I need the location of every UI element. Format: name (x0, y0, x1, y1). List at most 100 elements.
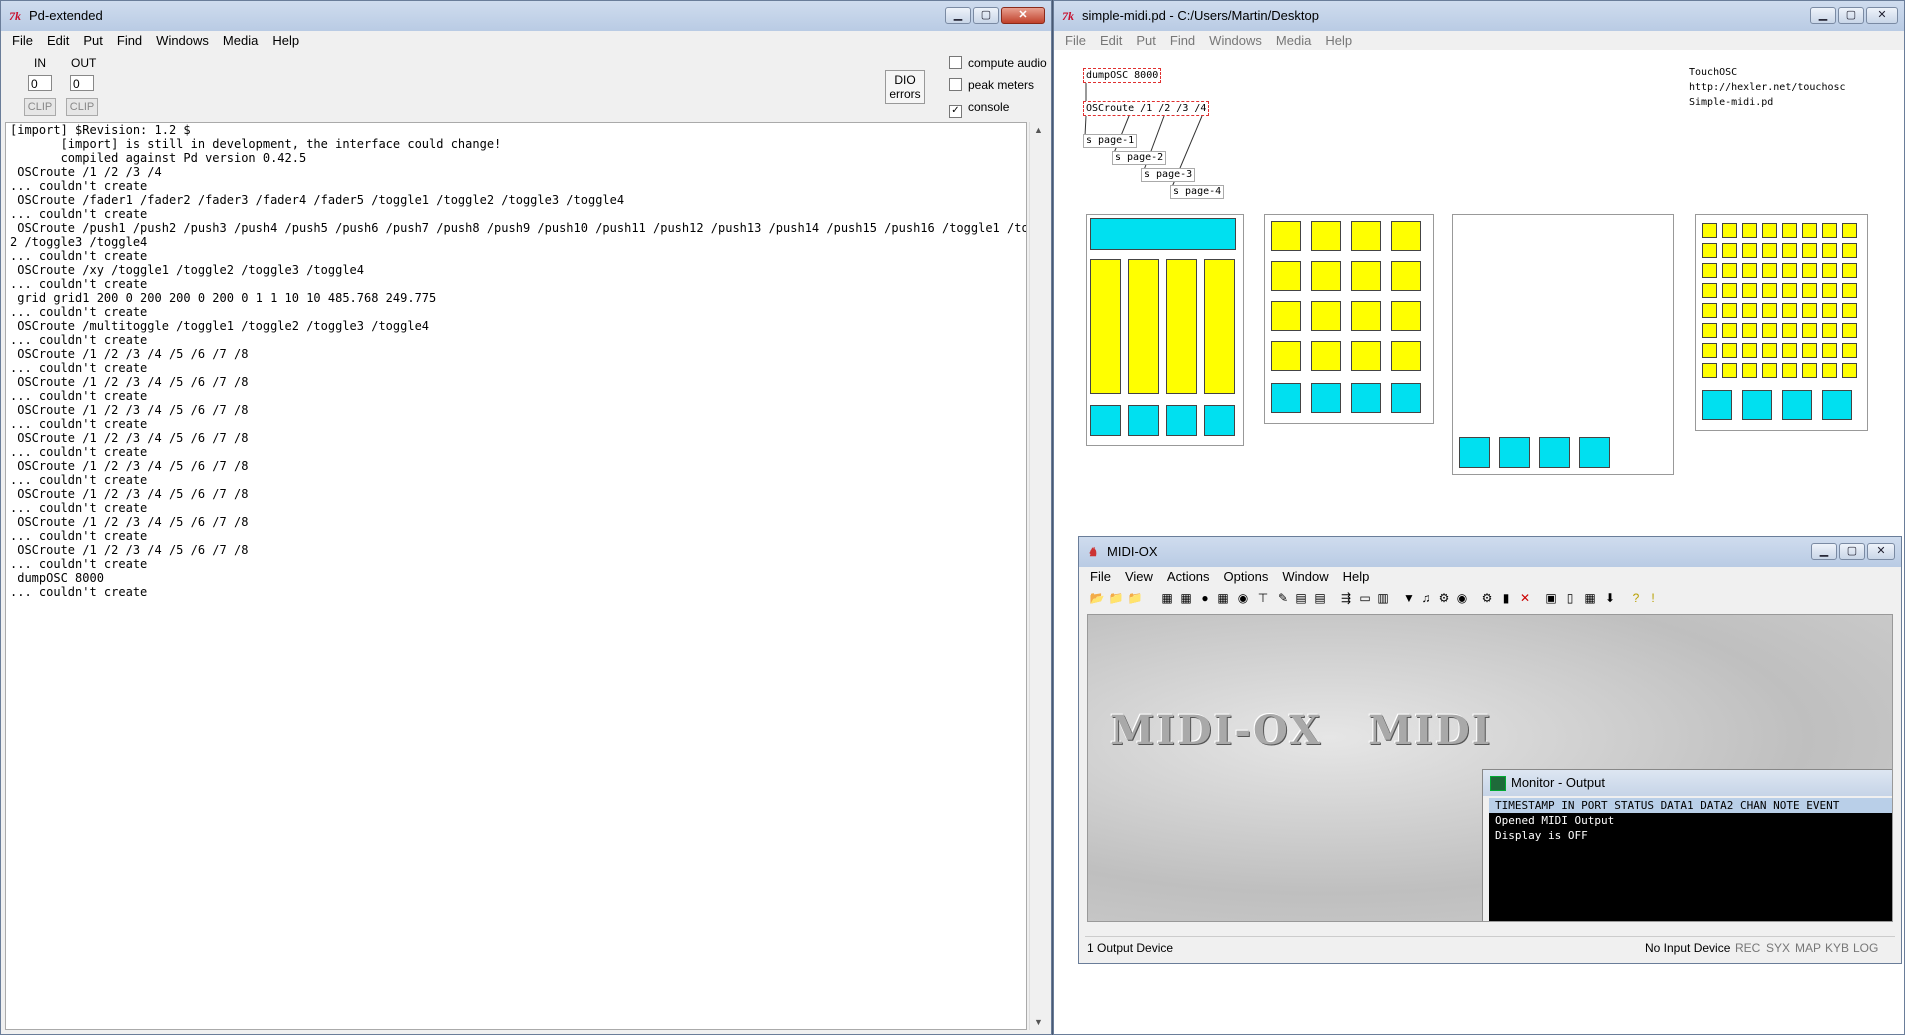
multitoggle-cell[interactable] (1842, 263, 1857, 278)
multitoggle-cell[interactable] (1702, 243, 1717, 258)
multitoggle-cell[interactable] (1822, 343, 1837, 358)
multitoggle-cell[interactable] (1802, 323, 1817, 338)
download-icon[interactable]: ⬇ (1602, 590, 1618, 606)
peak-meters-checkbox[interactable]: peak meters (949, 78, 1034, 92)
page2-subpatch[interactable] (1264, 214, 1434, 424)
multitoggle-cell[interactable] (1782, 303, 1797, 318)
info-icon[interactable]: ! (1645, 590, 1661, 606)
multitoggle-cell[interactable] (1742, 363, 1757, 378)
multitoggle-cell[interactable] (1722, 223, 1737, 238)
multitoggle-cell[interactable] (1742, 303, 1757, 318)
send-page-3[interactable]: s page-3 (1141, 168, 1196, 182)
close-button[interactable]: ✕ (1001, 7, 1045, 24)
fader5-horizontal[interactable] (1090, 218, 1236, 250)
toggle3[interactable] (1166, 405, 1197, 436)
monitor-output-window[interactable]: Monitor - Output TIMESTAMP IN PORT STATU… (1482, 769, 1892, 921)
multitoggle-cell[interactable] (1822, 243, 1837, 258)
monitor-out-icon[interactable]: ▤ (1312, 590, 1328, 606)
push-button[interactable] (1351, 261, 1381, 291)
window-icon[interactable]: ▣ (1543, 590, 1559, 606)
toggle[interactable] (1822, 390, 1852, 420)
close-button[interactable]: ✕ (1866, 7, 1898, 24)
menu-options[interactable]: Options (1217, 567, 1276, 586)
monitor-in-icon[interactable]: ▤ (1293, 590, 1309, 606)
menu-find[interactable]: Find (110, 31, 149, 50)
panel-icon[interactable]: ▯ (1562, 590, 1578, 606)
push-button[interactable] (1271, 261, 1301, 291)
toggle[interactable] (1271, 383, 1301, 413)
menu-media[interactable]: Media (216, 31, 265, 50)
toggle[interactable] (1391, 383, 1421, 413)
multitoggle-cell[interactable] (1702, 303, 1717, 318)
sysex-icon[interactable]: ◉ (1235, 590, 1251, 606)
midiox-titlebar[interactable]: ♞ MIDI-OX ▁ ▢ ✕ (1079, 537, 1901, 568)
close-button[interactable]: ✕ (1867, 543, 1895, 560)
minimize-button[interactable]: ▁ (945, 7, 971, 24)
send-page-1[interactable]: s page-1 (1083, 134, 1138, 148)
in-clip-button[interactable]: CLIP (24, 98, 56, 116)
multitoggle-cell[interactable] (1762, 323, 1777, 338)
toggle[interactable] (1782, 390, 1812, 420)
push-button[interactable] (1311, 221, 1341, 251)
note-icon[interactable]: ♫ (1418, 590, 1434, 606)
multitoggle-cell[interactable] (1822, 283, 1837, 298)
multitoggle-cell[interactable] (1822, 263, 1837, 278)
multitoggle-cell[interactable] (1722, 363, 1737, 378)
multitoggle-cell[interactable] (1722, 263, 1737, 278)
oscroute-object[interactable]: OSCroute /1 /2 /3 /4 (1083, 101, 1210, 116)
gear-icon[interactable]: ⚙ (1479, 590, 1495, 606)
fader4[interactable] (1204, 259, 1235, 394)
multitoggle-cell[interactable] (1782, 323, 1797, 338)
menu-windows[interactable]: Windows (149, 31, 216, 50)
push-button[interactable] (1351, 301, 1381, 331)
menu-view[interactable]: View (1118, 567, 1160, 586)
multitoggle-cell[interactable] (1822, 223, 1837, 238)
menu-window[interactable]: Window (1275, 567, 1335, 586)
multitoggle-cell[interactable] (1722, 283, 1737, 298)
multitoggle-cell[interactable] (1702, 323, 1717, 338)
multitoggle-cell[interactable] (1742, 343, 1757, 358)
dumposc-object[interactable]: dumpOSC 8000 (1083, 68, 1162, 83)
multitoggle-cell[interactable] (1742, 263, 1757, 278)
send-page-2[interactable]: s page-2 (1112, 151, 1167, 165)
push-button[interactable] (1271, 301, 1301, 331)
multitoggle-cell[interactable] (1762, 363, 1777, 378)
multitoggle-cell[interactable] (1762, 343, 1777, 358)
in-level-box[interactable]: 0 (28, 75, 52, 91)
multitoggle-cell[interactable] (1742, 243, 1757, 258)
page3-subpatch[interactable] (1452, 214, 1674, 475)
instrument-icon[interactable]: ● (1197, 590, 1213, 606)
multitoggle-cell[interactable] (1802, 283, 1817, 298)
menu-edit[interactable]: Edit (40, 31, 76, 50)
multitoggle-cell[interactable] (1802, 263, 1817, 278)
monitor-titlebar[interactable]: Monitor - Output (1483, 770, 1892, 796)
push-button[interactable] (1391, 341, 1421, 371)
multitoggle-cell[interactable] (1762, 283, 1777, 298)
console-checkbox[interactable]: ✓ console (949, 100, 1009, 118)
multitoggle-cell[interactable] (1842, 303, 1857, 318)
toggle3[interactable] (1539, 437, 1570, 468)
push-button[interactable] (1391, 301, 1421, 331)
multitoggle-cell[interactable] (1782, 243, 1797, 258)
multitoggle-cell[interactable] (1782, 263, 1797, 278)
menu-file[interactable]: File (1058, 31, 1093, 50)
pipe-icon[interactable]: ⇶ (1338, 590, 1354, 606)
multitoggle-cell[interactable] (1842, 243, 1857, 258)
multitoggle-cell[interactable] (1722, 243, 1737, 258)
toggle[interactable] (1351, 383, 1381, 413)
push-button[interactable] (1391, 261, 1421, 291)
toggle4[interactable] (1579, 437, 1610, 468)
device-icon[interactable]: ▦ (1582, 590, 1598, 606)
scroll-down-icon[interactable]: ▼ (1030, 1014, 1047, 1030)
push-button[interactable] (1271, 221, 1301, 251)
pd-patch-titlebar[interactable]: 7k simple-midi.pd - C:/Users/Martin/Desk… (1054, 1, 1904, 32)
palette-icon[interactable]: ◉ (1454, 590, 1470, 606)
filter-icon[interactable]: ⊤ (1255, 590, 1271, 606)
menu-help[interactable]: Help (1318, 31, 1359, 50)
compute-audio-checkbox[interactable]: compute audio (949, 56, 1047, 70)
minimize-button[interactable]: ▁ (1810, 7, 1836, 24)
toggle[interactable] (1742, 390, 1772, 420)
multitoggle-cell[interactable] (1702, 343, 1717, 358)
help-icon[interactable]: ? (1628, 590, 1644, 606)
multitoggle-cell[interactable] (1762, 243, 1777, 258)
